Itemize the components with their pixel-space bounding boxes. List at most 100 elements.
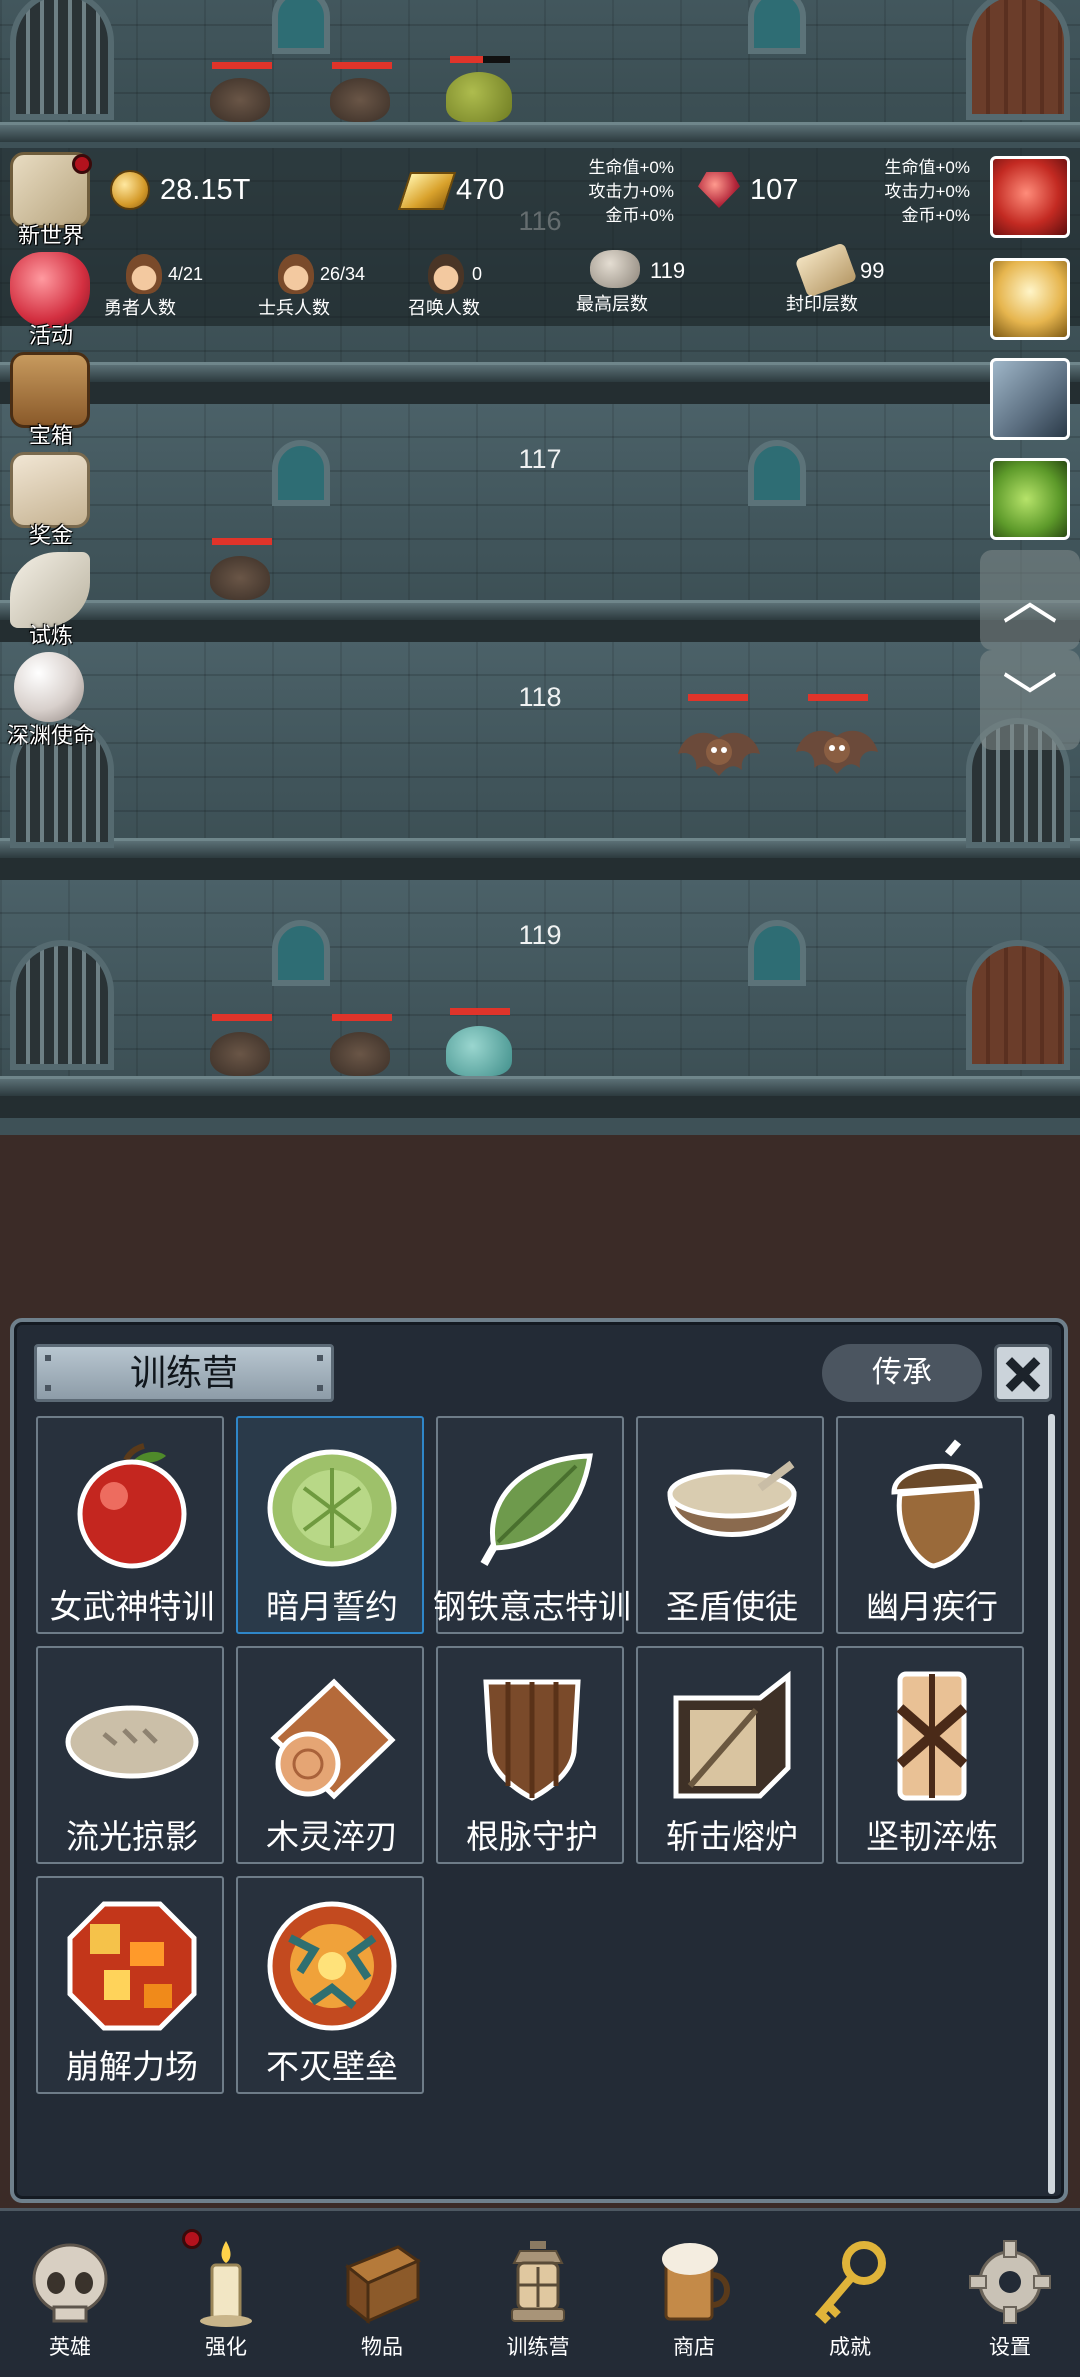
side-label: 活动 (28, 323, 73, 348)
sealed-floor-label: 封印层数 (786, 294, 858, 314)
side-abyss-button[interactable]: 深渊使命 (0, 652, 100, 748)
apple-buff-card[interactable] (990, 156, 1070, 238)
wooden-door (966, 0, 1070, 120)
side-bonus-button[interactable]: 奖金 (0, 452, 100, 548)
bonus-list-right: 生命值+0% 攻击力+0% 金币+0% (856, 156, 971, 228)
scroll-buff-card[interactable] (990, 358, 1070, 440)
item-label: 斩击熔炉 (666, 1818, 798, 1855)
candle-icon (200, 2241, 252, 2327)
slime-buff-card[interactable] (990, 458, 1070, 540)
nav-label: 强化 (205, 2336, 247, 2359)
side-label: 试炼 (28, 623, 73, 648)
floor-ledge (0, 362, 1080, 382)
bat-enemy (794, 722, 880, 788)
side-label: 奖金 (28, 523, 73, 548)
spider-enemy (210, 78, 270, 122)
bowl-icon (667, 1460, 797, 1537)
castle-window (272, 440, 330, 506)
candle-buff-card[interactable] (990, 258, 1070, 340)
item-label: 流光掠影 (66, 1818, 198, 1855)
bonus-list-left: 生命值+0% 攻击力+0% 金币+0% (560, 156, 675, 228)
item-label: 不灭壁垒 (266, 2048, 398, 2085)
item-label: 坚韧淬炼 (866, 1818, 998, 1855)
nav-label: 成就 (829, 2336, 871, 2359)
nav-shop[interactable]: 商店 (624, 2223, 764, 2373)
skull-icon (32, 2243, 108, 2323)
enemy-hp-bar (450, 1008, 510, 1015)
floor-number: 119 (518, 920, 562, 950)
floor-shadow (0, 382, 1080, 404)
floor-ledge (0, 600, 1080, 620)
gold-coin-amount: 28.15T (160, 174, 251, 206)
nav-items[interactable]: 物品 (312, 2223, 452, 2373)
gold-coin-icon (110, 170, 150, 210)
gear-icon (969, 2240, 1051, 2324)
bread-icon (65, 1705, 199, 1779)
log-icon (270, 1678, 396, 1800)
notification-dot (182, 2229, 202, 2249)
scroll-down-button[interactable]: ﹀ (980, 650, 1080, 750)
ruby-amount: 107 (750, 174, 799, 206)
training-item-streamlight[interactable]: 流光掠影 (36, 1646, 224, 1864)
training-item-tough-temper[interactable]: 坚韧淬炼 (836, 1646, 1024, 1864)
close-button[interactable] (994, 1344, 1052, 1402)
leaf-icon (480, 1453, 593, 1566)
side-label: 深渊使命 (6, 723, 95, 748)
nav-training-camp[interactable]: 训练营 (468, 2223, 608, 2373)
nav-enhance[interactable]: 强化 (156, 2223, 296, 2373)
treasure-chest-icon (10, 352, 90, 428)
castle-window (272, 920, 330, 986)
training-item-root-guard[interactable]: 根脉守护 (436, 1646, 624, 1864)
hero-icon (126, 254, 162, 294)
beer-mug-icon (662, 2243, 730, 2321)
side-label: 新世界 (17, 223, 84, 248)
training-item-wood-blade[interactable]: 木灵淬刃 (236, 1646, 424, 1864)
item-label: 暗月誓约 (266, 1588, 398, 1625)
training-item-dark-moon[interactable]: 暗月誓约 (236, 1416, 424, 1634)
apple-icon (77, 1443, 187, 1569)
panel-scrollbar[interactable] (1048, 1414, 1055, 2194)
summon-count-label: 召唤人数 (408, 298, 480, 318)
nav-label: 设置 (989, 2336, 1031, 2359)
enemy-hp-bar (212, 1014, 272, 1021)
bonus-attack: 攻击力+0% (588, 182, 675, 201)
training-item-moon-sprint[interactable]: 幽月疾行 (836, 1416, 1024, 1634)
max-floor-value: 119 (650, 258, 686, 283)
spider-enemy (210, 1032, 270, 1076)
nav-settings[interactable]: 设置 (940, 2223, 1080, 2373)
inherit-button[interactable]: 传承 (822, 1344, 982, 1402)
enemy-hp-bar (332, 62, 392, 69)
nav-label: 商店 (673, 2336, 715, 2359)
spider-enemy (330, 1032, 390, 1076)
training-item-collapse-field[interactable]: 崩解力场 (36, 1876, 224, 2094)
training-item-valkyrie[interactable]: 女武神特训 (36, 1416, 224, 1634)
training-item-iron-will[interactable]: 钢铁意志特训 (433, 1416, 631, 1634)
bottom-navigation: 英雄 强化 物品 训练营 商店 成就 设置 (0, 2208, 1080, 2377)
bat-enemy (676, 724, 762, 790)
training-item-slash-forge[interactable]: 斩击熔炉 (636, 1646, 824, 1864)
item-label: 圣盾使徒 (666, 1588, 798, 1625)
training-item-eternal-bastion[interactable]: 不灭壁垒 (236, 1876, 424, 2094)
nav-achievements[interactable]: 成就 (780, 2223, 920, 2373)
scroll-up-button[interactable]: ︿ (980, 550, 1080, 650)
training-item-holy-shield[interactable]: 圣盾使徒 (636, 1416, 824, 1634)
side-new-world-button[interactable]: 新世界 (0, 152, 100, 248)
soldier-count-label: 士兵人数 (258, 298, 330, 318)
spider-enemy (330, 78, 390, 122)
floor-shadow (0, 620, 1080, 642)
floor-number: 117 (518, 444, 562, 474)
side-chest-button[interactable]: 宝箱 (0, 352, 100, 448)
side-trial-button[interactable]: 试炼 (0, 552, 100, 648)
rivet (317, 1355, 323, 1361)
floor-ledge (0, 838, 1080, 858)
wooden-door (966, 940, 1070, 1070)
nav-heroes[interactable]: 英雄 (0, 2223, 140, 2373)
wooden-shield-icon (483, 1679, 581, 1801)
envelope-icon (10, 452, 90, 528)
side-event-button[interactable]: 活动 (0, 252, 100, 348)
enemy-hp-bar (450, 56, 510, 63)
nav-label: 英雄 (49, 2336, 91, 2359)
castle-window (748, 0, 806, 54)
cabbage-icon (267, 1449, 397, 1567)
dungeon-view: 116 117 118 119 28.15T 470 107 生命值+0% 攻击… (0, 0, 1080, 1310)
